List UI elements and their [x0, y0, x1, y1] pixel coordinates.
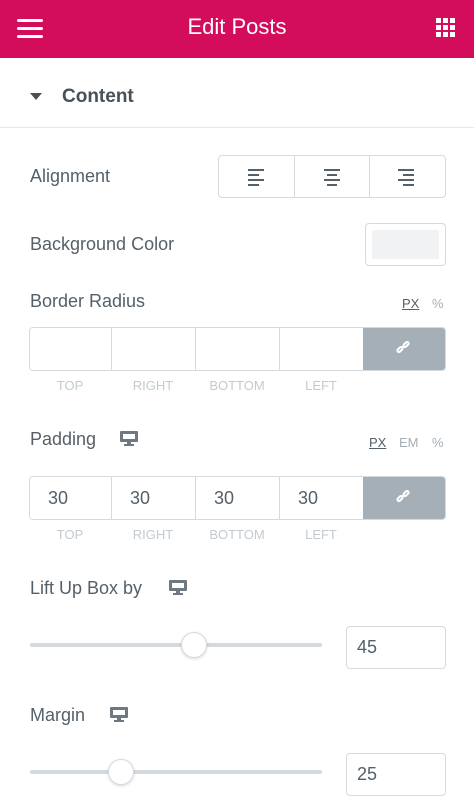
align-left-button[interactable] — [219, 156, 294, 197]
alignment-choices — [218, 155, 446, 198]
border-radius-label: Border Radius — [30, 291, 146, 311]
margin-slider-handle[interactable] — [107, 759, 134, 785]
border-radius-left-input[interactable] — [280, 328, 363, 370]
panel-title: Edit Posts — [187, 14, 287, 39]
side-label-right: RIGHT — [132, 527, 174, 542]
align-right-button[interactable] — [369, 156, 445, 197]
lift-up-slider-handle[interactable] — [180, 632, 207, 658]
section-title: Content — [62, 86, 134, 107]
side-label-top: TOP — [56, 527, 84, 542]
border-radius-right-input[interactable] — [112, 328, 195, 370]
background-color-picker[interactable] — [365, 223, 446, 266]
desktop-icon[interactable] — [120, 431, 138, 447]
unit-percent[interactable]: % — [432, 435, 444, 450]
lift-up-label: Lift Up Box by — [30, 578, 143, 598]
border-radius-bottom-input[interactable] — [196, 328, 279, 370]
side-label-bottom: BOTTOM — [209, 527, 265, 542]
padding-right-input[interactable] — [112, 477, 195, 519]
border-radius-top-input[interactable] — [30, 328, 111, 370]
side-label-right: RIGHT — [132, 378, 174, 393]
align-center-button[interactable] — [293, 156, 370, 197]
border-radius-dimensions — [29, 327, 446, 371]
desktop-icon[interactable] — [169, 580, 187, 596]
side-label-left: LEFT — [305, 527, 337, 542]
lift-up-slider[interactable] — [30, 643, 322, 647]
alignment-label: Alignment — [30, 166, 111, 186]
padding-label: Padding — [30, 429, 97, 449]
side-label-top: TOP — [56, 378, 84, 393]
section-content-toggle[interactable]: Content — [0, 66, 474, 128]
margin-value-input[interactable] — [346, 753, 446, 796]
editor-header: Edit Posts — [0, 0, 474, 58]
padding-dimensions — [29, 476, 446, 520]
background-color-label: Background Color — [30, 234, 175, 254]
padding-top-input[interactable] — [30, 477, 111, 519]
side-label-bottom: BOTTOM — [209, 378, 265, 393]
grid-icon[interactable] — [436, 18, 456, 38]
color-swatch — [372, 230, 439, 259]
unit-px[interactable]: PX — [369, 435, 386, 450]
margin-slider[interactable] — [30, 770, 322, 774]
padding-side-labels: TOP RIGHT BOTTOM LEFT — [29, 527, 362, 542]
unit-percent[interactable]: % — [432, 296, 444, 311]
border-radius-side-labels: TOP RIGHT BOTTOM LEFT — [29, 378, 362, 393]
padding-units: PX EM % — [369, 435, 446, 451]
padding-bottom-input[interactable] — [196, 477, 279, 519]
caret-down-icon — [30, 93, 42, 100]
side-label-left: LEFT — [305, 378, 337, 393]
link-values-button[interactable] — [363, 477, 445, 519]
desktop-icon[interactable] — [110, 707, 128, 723]
unit-px[interactable]: PX — [402, 296, 419, 311]
link-values-button[interactable] — [363, 328, 445, 370]
padding-left-input[interactable] — [280, 477, 363, 519]
unit-em[interactable]: EM — [399, 435, 419, 450]
border-radius-units: PX % — [402, 296, 446, 312]
margin-label: Margin — [30, 705, 86, 725]
lift-up-value-input[interactable] — [346, 626, 446, 669]
